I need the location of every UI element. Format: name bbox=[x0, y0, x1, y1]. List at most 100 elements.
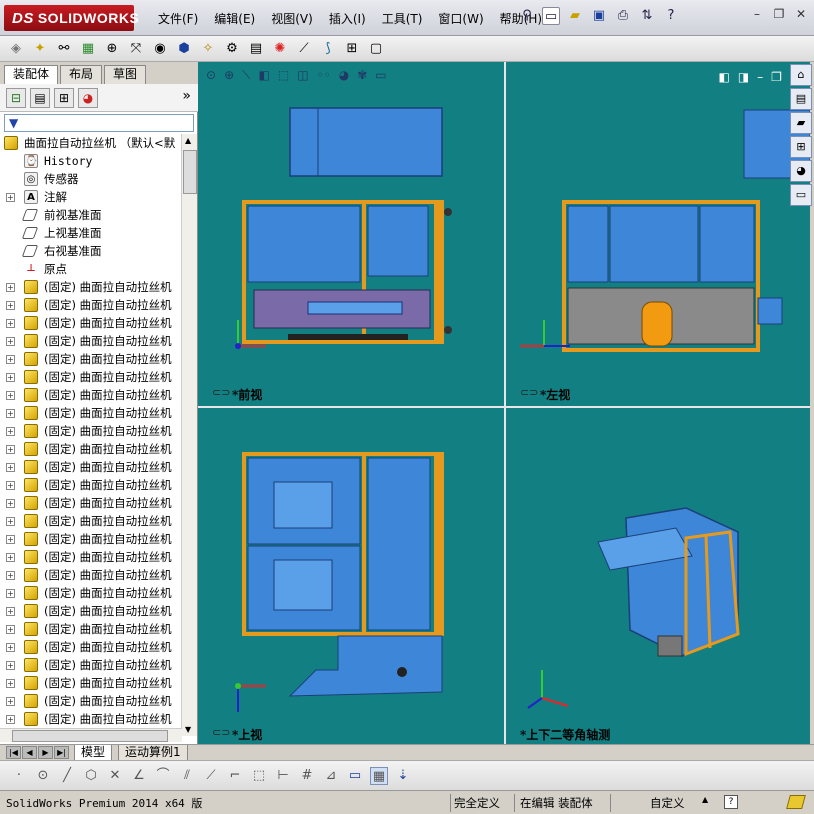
tree-item-component[interactable]: + (固定) 曲面拉自动拉丝机 bbox=[0, 368, 182, 386]
new-document-icon[interactable]: ▭ bbox=[542, 7, 560, 25]
tree-item-component[interactable]: + (固定) 曲面拉自动拉丝机 bbox=[0, 440, 182, 458]
solidworks-resources-icon[interactable]: ⌂ bbox=[790, 64, 812, 86]
menu-tools[interactable]: 工具(T) bbox=[374, 10, 431, 27]
panel-expand-button[interactable]: » bbox=[182, 88, 191, 104]
viewport-splitter-vertical[interactable] bbox=[504, 62, 506, 744]
display-style-icon[interactable]: ◫ bbox=[297, 68, 308, 83]
offset-icon[interactable]: ⫽ bbox=[178, 767, 196, 785]
menu-insert[interactable]: 插入(I) bbox=[321, 10, 374, 27]
save-icon[interactable]: ▣ bbox=[590, 7, 608, 25]
expand-icon[interactable]: + bbox=[6, 661, 15, 670]
construction-line-icon[interactable]: ⟋ bbox=[202, 767, 220, 785]
tree-item-component[interactable]: + (固定) 曲面拉自动拉丝机 bbox=[0, 584, 182, 602]
hscroll-thumb[interactable] bbox=[12, 730, 168, 742]
view-palette-icon[interactable]: ⊞ bbox=[790, 136, 812, 158]
expand-icon[interactable]: + bbox=[6, 517, 15, 526]
display-plane-icon[interactable]: ▭ bbox=[346, 767, 364, 785]
custom-properties-icon[interactable]: ▭ bbox=[790, 184, 812, 206]
instant3d-icon[interactable]: ⟆ bbox=[318, 39, 338, 59]
insert-component-icon[interactable]: ◈ bbox=[6, 39, 26, 59]
expand-icon[interactable]: + bbox=[6, 445, 15, 454]
next-viewport-icon[interactable]: ◨ bbox=[738, 70, 749, 84]
tree-item-component[interactable]: + (固定) 曲面拉自动拉丝机 bbox=[0, 602, 182, 620]
feature-tree-icon[interactable]: ⊟ bbox=[6, 88, 26, 108]
tree-item-component[interactable]: + (固定) 曲面拉自动拉丝机 bbox=[0, 314, 182, 332]
quick-tips-icon[interactable]: ? bbox=[724, 795, 738, 809]
minimize-icon[interactable]: – bbox=[748, 6, 766, 22]
viewport-front[interactable]: ⊂⊃ *前视 ⊙ ⊕ ⟍ ◧ ⬚ ◫ ◦◦ ◕ ✾ ▭ bbox=[198, 62, 504, 406]
expand-icon[interactable]: + bbox=[6, 535, 15, 544]
expand-icon[interactable]: + bbox=[6, 463, 15, 472]
expand-icon[interactable]: + bbox=[6, 373, 15, 382]
tree-item-component[interactable]: + (固定) 曲面拉自动拉丝机 bbox=[0, 386, 182, 404]
previous-viewport-icon[interactable]: ◧ bbox=[718, 70, 729, 84]
tree-root[interactable]: 曲面拉自动拉丝机 （默认<默 bbox=[0, 134, 182, 152]
tab-motion-study[interactable]: 运动算例1 bbox=[118, 745, 188, 761]
link-views-icon[interactable]: ⊂⊃ bbox=[520, 386, 538, 399]
trim-icon[interactable]: ✕ bbox=[106, 767, 124, 785]
tree-item-component[interactable]: + (固定) 曲面拉自动拉丝机 bbox=[0, 494, 182, 512]
rectangle-icon[interactable]: ⬚ bbox=[250, 767, 268, 785]
angle-icon[interactable]: ∠ bbox=[130, 767, 148, 785]
rebuild-icon[interactable]: ⇅ bbox=[638, 7, 656, 25]
print-icon[interactable]: ⎙ bbox=[614, 7, 632, 25]
link-views-icon[interactable]: ⊂⊃ bbox=[212, 386, 230, 399]
expand-icon[interactable]: + bbox=[6, 427, 15, 436]
expand-icon[interactable]: + bbox=[6, 499, 15, 508]
tree-item-history[interactable]: ⌚ History bbox=[0, 152, 182, 170]
viewport-isometric[interactable]: *上下二等角轴测 bbox=[506, 408, 810, 744]
relation-icon[interactable]: ⊿ bbox=[322, 767, 340, 785]
display-manager-icon[interactable]: ◕ bbox=[78, 88, 98, 108]
tab-layout[interactable]: 布局 bbox=[60, 65, 103, 84]
sketch-fillet-icon[interactable]: ⌒ bbox=[154, 767, 172, 785]
solidworks-logo[interactable]: DS SOLIDWORKS bbox=[4, 5, 139, 31]
zoom-to-fit-icon[interactable]: ⊙ bbox=[206, 68, 216, 83]
reference-geometry-icon[interactable]: ✧ bbox=[198, 39, 218, 59]
expand-icon[interactable]: + bbox=[6, 301, 15, 310]
table-icon[interactable]: ▦ bbox=[370, 766, 388, 785]
tree-item-component[interactable]: + (固定) 曲面拉自动拉丝机 bbox=[0, 332, 182, 350]
tree-item-right-plane[interactable]: 右视基准面 bbox=[0, 242, 182, 260]
tree-item-top-plane[interactable]: 上视基准面 bbox=[0, 224, 182, 242]
scroll-up-icon[interactable]: ▲ bbox=[185, 136, 191, 145]
file-explorer-icon[interactable]: ▰ bbox=[790, 112, 812, 134]
link-views-icon[interactable]: ⊂⊃ bbox=[212, 726, 230, 739]
scroll-down-icon[interactable]: ▼ bbox=[185, 725, 191, 734]
large-assembly-icon[interactable]: ▢ bbox=[366, 39, 386, 59]
interference-detection-icon[interactable]: ⊞ bbox=[342, 39, 362, 59]
expand-icon[interactable]: + bbox=[6, 679, 15, 688]
circle-icon[interactable]: ⊙ bbox=[34, 767, 52, 785]
tree-vertical-scrollbar[interactable]: ▲ ▼ bbox=[181, 134, 197, 736]
viewport-minimize-icon[interactable]: – bbox=[757, 70, 763, 84]
viewport-restore-icon[interactable]: ❐ bbox=[771, 70, 782, 84]
apply-scene-icon[interactable]: ✾ bbox=[357, 68, 367, 83]
tree-item-component[interactable]: + (固定) 曲面拉自动拉丝机 bbox=[0, 656, 182, 674]
tree-item-component[interactable]: + (固定) 曲面拉自动拉丝机 bbox=[0, 476, 182, 494]
polygon-icon[interactable]: ⬡ bbox=[82, 767, 100, 785]
expand-icon[interactable]: + bbox=[6, 409, 15, 418]
new-part-icon[interactable]: ✦ bbox=[30, 39, 50, 59]
tree-item-component[interactable]: + (固定) 曲面拉自动拉丝机 bbox=[0, 638, 182, 656]
menu-edit[interactable]: 编辑(E) bbox=[206, 10, 263, 27]
zoom-area-icon[interactable]: ⊕ bbox=[224, 68, 234, 83]
mate-icon[interactable]: ⚯ bbox=[54, 39, 74, 59]
move-component-icon[interactable]: ⤧ bbox=[126, 39, 146, 59]
tree-item-component[interactable]: + (固定) 曲面拉自动拉丝机 bbox=[0, 620, 182, 638]
view-settings-icon[interactable]: ▭ bbox=[375, 68, 386, 83]
expand-icon[interactable]: + bbox=[6, 283, 15, 292]
previous-view-icon[interactable]: ⟍ bbox=[242, 68, 250, 83]
tree-horizontal-scrollbar[interactable] bbox=[0, 728, 182, 742]
restore-icon[interactable]: ❐ bbox=[770, 6, 788, 22]
expand-icon[interactable]: + bbox=[6, 625, 15, 634]
tab-sketch[interactable]: 草图 bbox=[104, 65, 147, 84]
tree-item-sensors[interactable]: ◎ 传感器 bbox=[0, 170, 182, 188]
line-icon[interactable]: ╱ bbox=[58, 767, 76, 785]
tree-item-annotations[interactable]: + A 注解 bbox=[0, 188, 182, 206]
hide-show-icon[interactable]: ◦◦ bbox=[317, 68, 331, 83]
close-icon[interactable]: ✕ bbox=[792, 6, 810, 22]
view-orientation-icon[interactable]: ⬚ bbox=[278, 68, 289, 83]
tree-item-component[interactable]: + (固定) 曲面拉自动拉丝机 bbox=[0, 692, 182, 710]
tree-item-component[interactable]: + (固定) 曲面拉自动拉丝机 bbox=[0, 404, 182, 422]
tree-item-component[interactable]: + (固定) 曲面拉自动拉丝机 bbox=[0, 512, 182, 530]
tree-item-component[interactable]: + (固定) 曲面拉自动拉丝机 bbox=[0, 422, 182, 440]
